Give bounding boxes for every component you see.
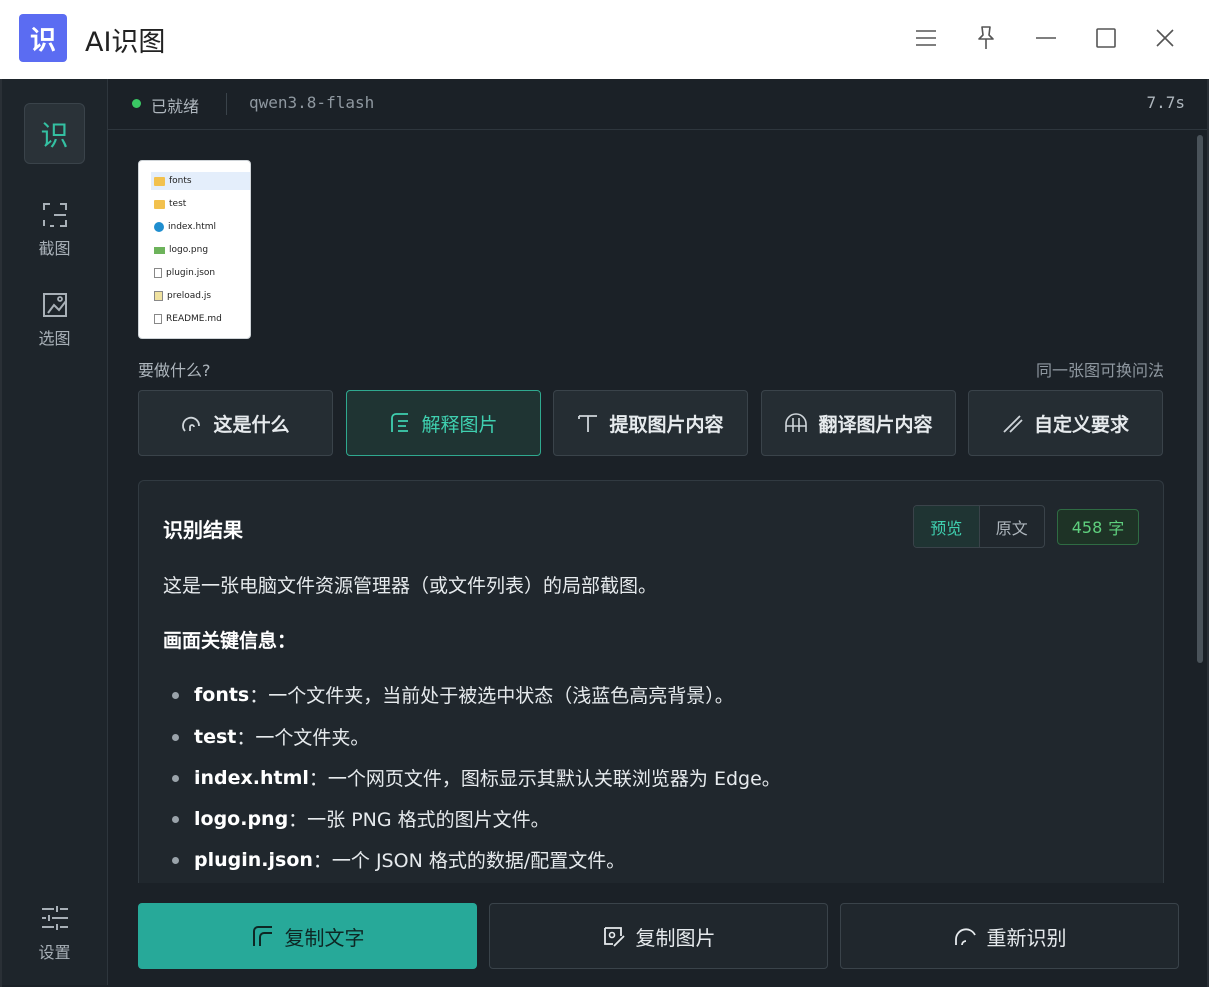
action-custom-button[interactable]: 自定义要求 <box>968 390 1163 456</box>
refresh-icon <box>954 928 976 946</box>
thumb-file-row: preload.js <box>151 287 250 305</box>
list-item: index.html ：一个网页文件，图标显示其默认关联浏览器为 Edge。 <box>172 764 781 791</box>
png-file-icon <box>154 246 165 254</box>
pin-icon <box>978 26 994 49</box>
close-icon <box>1156 29 1174 47</box>
sidebar-item-settings[interactable]: 设置 <box>2 905 107 963</box>
prompt-hint: 同一张图可换问法 <box>1035 361 1164 380</box>
elapsed-time: 7.7s <box>1146 93 1185 112</box>
thumb-file-row: logo.png <box>151 241 250 259</box>
action-translate-button[interactable]: 翻译图片内容 <box>761 390 956 456</box>
model-name: qwen3.8-flash <box>249 93 375 112</box>
folder-icon <box>154 199 165 209</box>
thumb-file-row: index.html <box>151 218 250 236</box>
thumb-file-row: plugin.json <box>151 264 250 282</box>
thumb-file-row: fonts <box>151 172 250 190</box>
file-icon <box>154 268 162 278</box>
scrollbar[interactable] <box>1197 135 1203 663</box>
minimize-button[interactable] <box>1028 20 1064 56</box>
file-icon <box>154 314 162 324</box>
char-count-unit: 字 <box>1108 519 1125 538</box>
app-logo: 识 <box>19 14 67 62</box>
maximize-button[interactable] <box>1088 20 1124 56</box>
thumb-file-row: README.md <box>151 310 250 328</box>
action-extract-content-button[interactable]: 提取图片内容 <box>553 390 748 456</box>
sidebar-item-label: 选图 <box>38 329 71 348</box>
sidebar-item-screenshot[interactable]: 截图 <box>2 201 107 259</box>
tab-raw[interactable]: 原文 <box>980 506 1045 547</box>
prompt-label: 要做什么? <box>138 361 211 380</box>
status-divider <box>226 93 227 115</box>
title-bar: 识 AI识图 <box>0 0 1209 80</box>
copy-text-button[interactable]: 复制文字 <box>138 903 477 969</box>
bottom-action-bar: 复制文字 复制图片 重新识别 <box>108 883 1207 985</box>
status-text: 已就绪 <box>151 97 200 116</box>
recognize-icon: 识 <box>40 118 69 152</box>
image-thumbnail[interactable]: fonts test index.html logo.png plugin.js… <box>138 160 251 339</box>
result-title: 识别结果 <box>163 518 243 542</box>
settings-sliders-icon <box>41 906 68 930</box>
explain-icon <box>391 413 409 432</box>
sidebar-item-label: 截图 <box>38 239 71 258</box>
image-pick-icon <box>42 293 67 317</box>
status-bar: 已就绪 qwen3.8-flash 7.7s <box>108 79 1207 130</box>
view-toggle: 预览 原文 <box>913 505 1045 548</box>
tab-preview[interactable]: 预览 <box>914 506 980 547</box>
menu-button[interactable] <box>908 20 944 56</box>
action-what-is-this-button[interactable]: 这是什么 <box>138 390 333 456</box>
char-count-badge: 458 字 <box>1057 509 1139 545</box>
app-title: AI识图 <box>85 27 166 58</box>
status-dot <box>132 99 141 108</box>
pen-icon <box>1003 415 1023 433</box>
result-card: 识别结果 预览 原文 458 字 这是一张电脑文件资源管理器（或文件列表）的局部… <box>138 480 1164 890</box>
sidebar: 识 截图 选图 设置 <box>2 79 108 985</box>
menu-icon <box>916 30 936 46</box>
edge-icon <box>154 222 164 232</box>
copy-image-button[interactable]: 复制图片 <box>489 903 828 969</box>
action-explain-image-button[interactable]: 解释图片 <box>346 390 541 456</box>
minimize-icon <box>1036 37 1056 39</box>
reidentify-button[interactable]: 重新识别 <box>840 903 1179 969</box>
sidebar-item-label: 设置 <box>38 943 71 962</box>
list-item: plugin.json ：一个 JSON 格式的数据/配置文件。 <box>172 846 625 873</box>
text-icon <box>578 415 598 432</box>
list-item: logo.png ：一张 PNG 格式的图片文件。 <box>172 805 550 832</box>
crop-icon <box>42 203 67 227</box>
sidebar-item-recognize[interactable]: 识 <box>24 103 85 164</box>
copy-icon <box>252 926 272 946</box>
translate-icon <box>785 413 808 432</box>
copy-image-icon <box>603 927 625 947</box>
js-file-icon <box>154 291 163 301</box>
list-item: test ：一个文件夹。 <box>172 723 369 750</box>
char-count: 458 <box>1071 517 1103 537</box>
thumb-file-row: test <box>151 195 250 213</box>
sidebar-item-select-image[interactable]: 选图 <box>2 291 107 349</box>
list-item: fonts ：一个文件夹，当前处于被选中状态（浅蓝色高亮背景）。 <box>172 681 734 708</box>
pin-button[interactable] <box>968 20 1004 56</box>
question-icon <box>182 416 201 432</box>
close-button[interactable] <box>1147 20 1183 56</box>
result-intro: 这是一张电脑文件资源管理器（或文件列表）的局部截图。 <box>163 575 658 597</box>
folder-icon <box>154 176 165 186</box>
maximize-icon <box>1096 28 1116 48</box>
result-key-heading: 画面关键信息： <box>163 630 297 652</box>
